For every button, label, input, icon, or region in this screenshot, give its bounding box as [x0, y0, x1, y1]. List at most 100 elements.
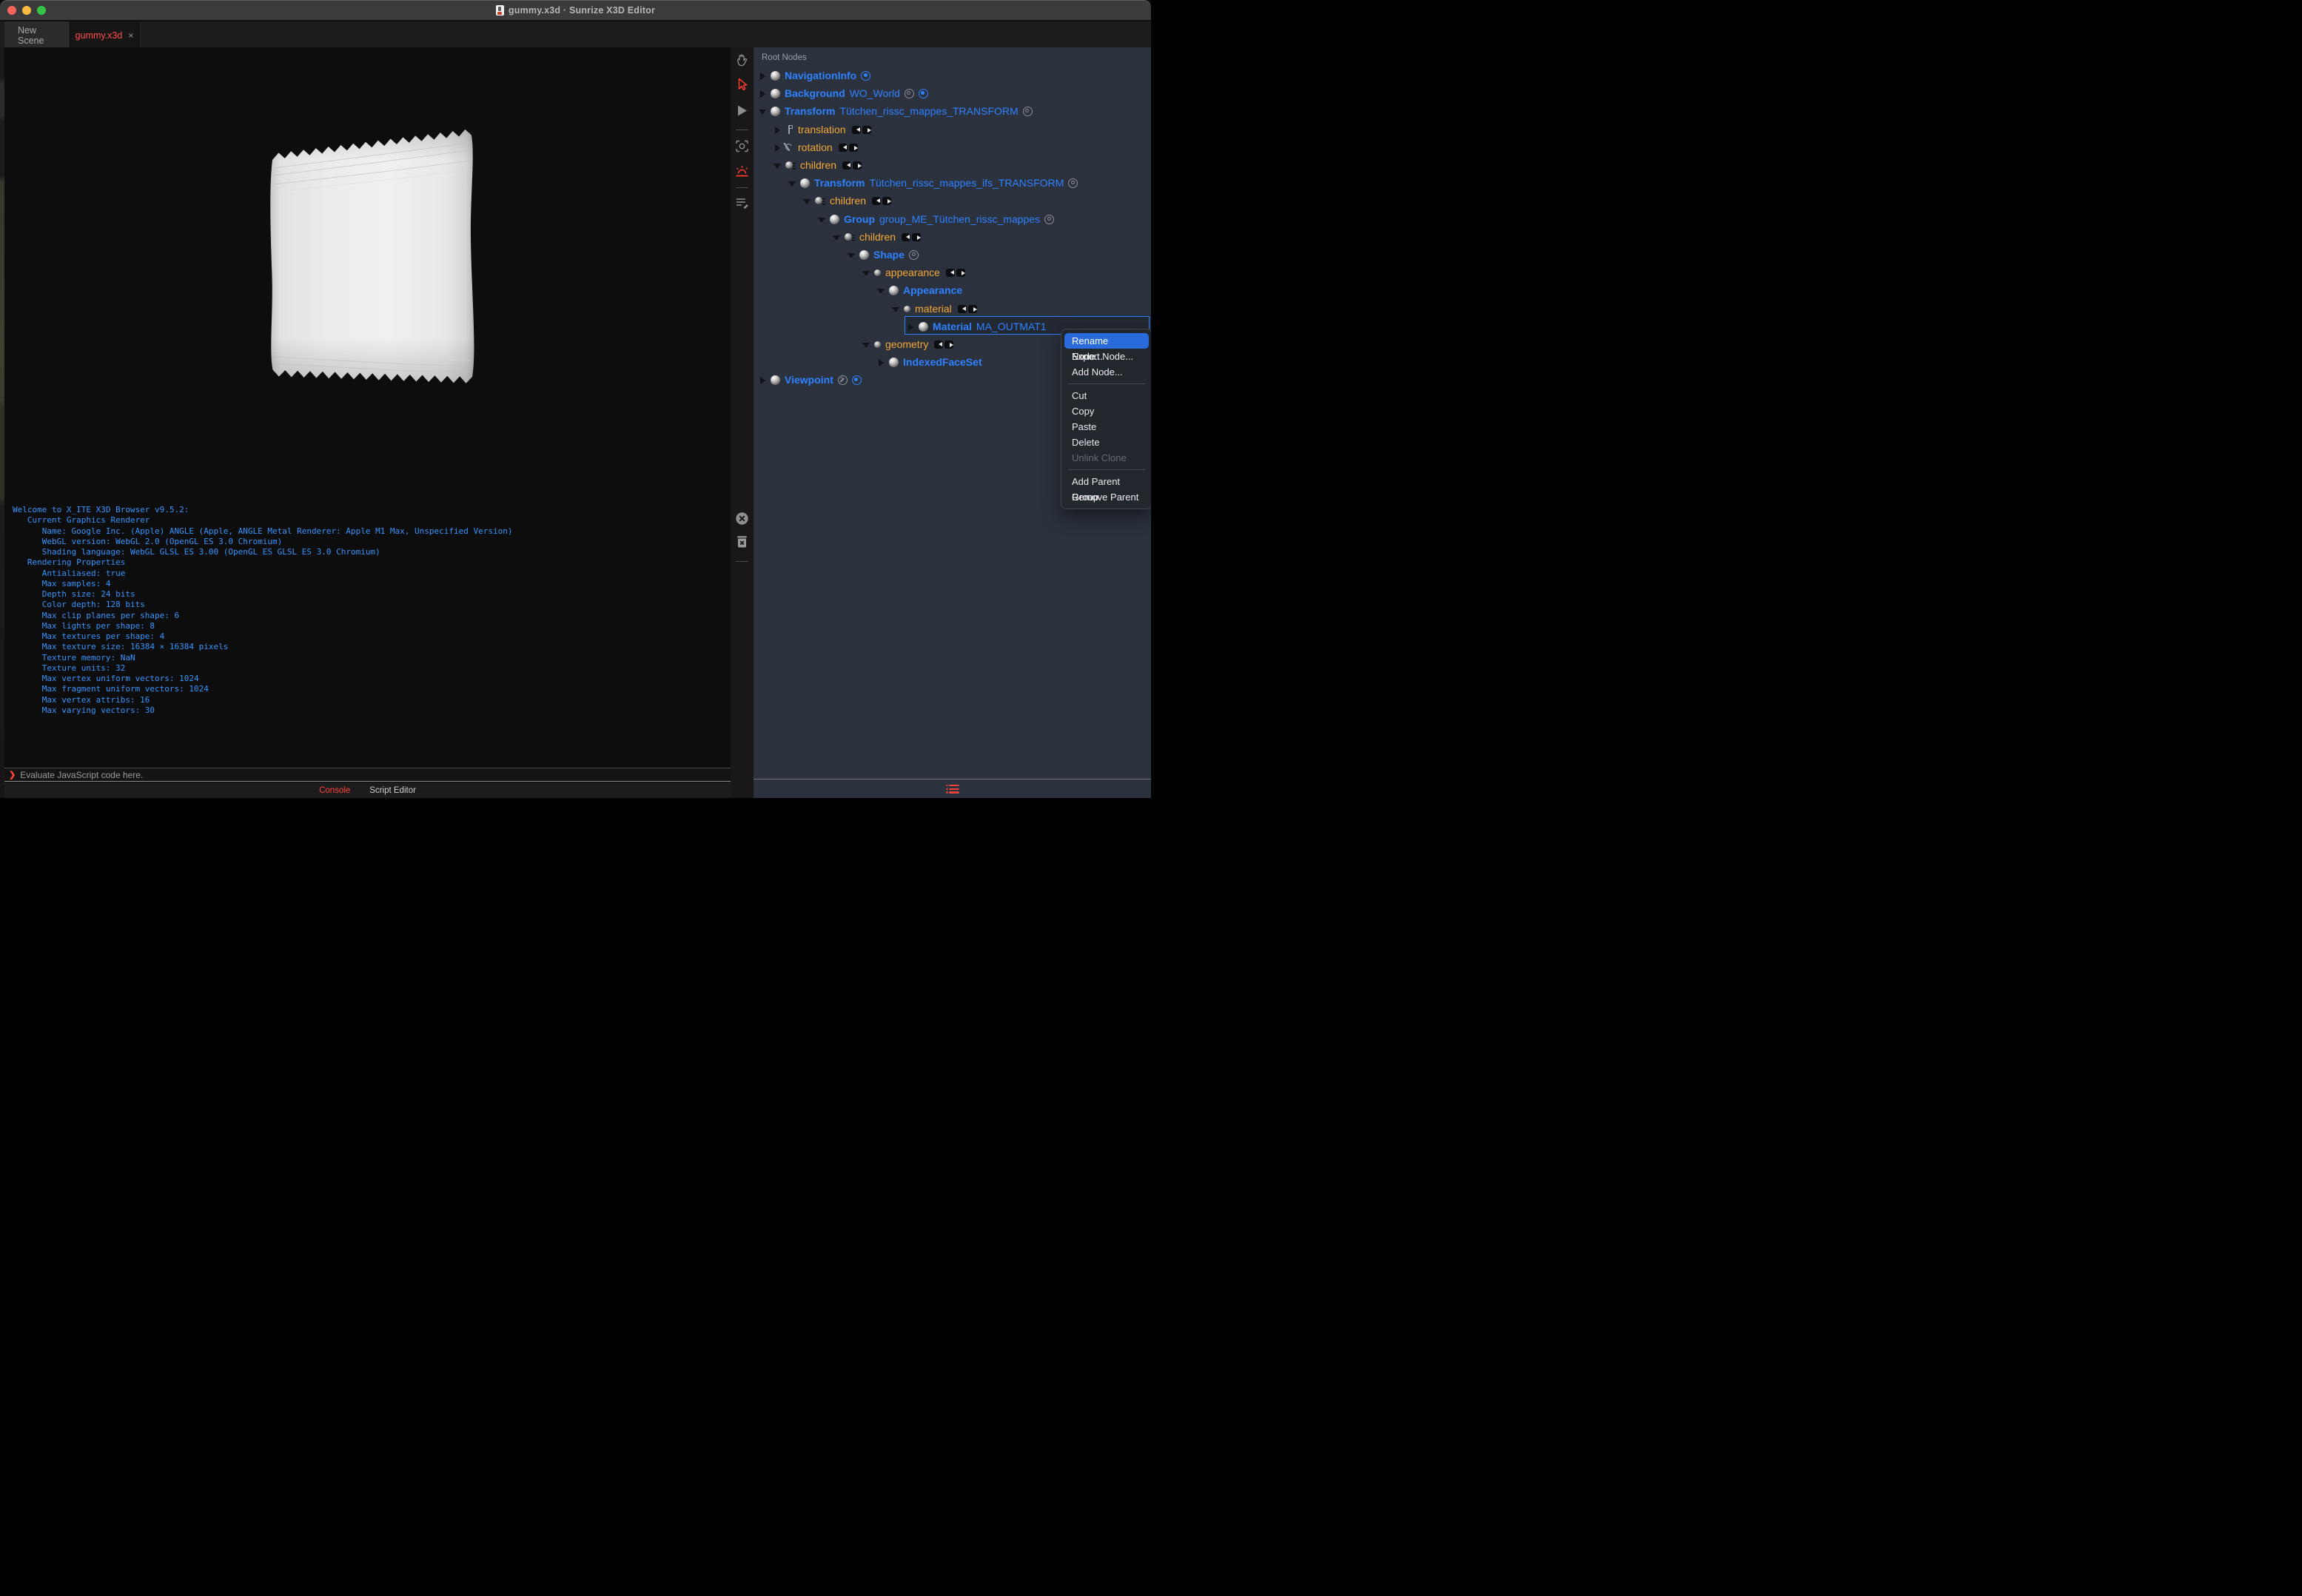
- route-out-icon[interactable]: [862, 125, 871, 134]
- tree-row-material-field[interactable]: material: [892, 301, 977, 317]
- select-arrow-icon[interactable]: [734, 77, 750, 93]
- chevron-right-icon[interactable]: [759, 376, 766, 384]
- node-type-label: NavigationInfo: [785, 70, 857, 81]
- tree-row-navigationinfo[interactable]: NavigationInfo: [759, 67, 871, 84]
- console-input-row[interactable]: ❯ Evaluate JavaScript code here.: [4, 768, 731, 782]
- eye-icon[interactable]: [1022, 106, 1033, 116]
- 3d-viewport[interactable]: [4, 47, 731, 502]
- route-out-icon[interactable]: [882, 196, 892, 205]
- chevron-right-icon[interactable]: [907, 323, 914, 331]
- tree-row-shape[interactable]: Shape: [848, 247, 919, 263]
- list-icon[interactable]: [946, 785, 959, 794]
- tab-gummy-x3d[interactable]: gummy.x3d ×: [70, 21, 139, 49]
- route-out-icon[interactable]: [848, 143, 858, 152]
- eye-icon[interactable]: [1044, 214, 1055, 224]
- field-label: rotation: [798, 141, 833, 153]
- node-type-label: Material: [933, 321, 972, 332]
- hand-icon[interactable]: [734, 53, 750, 68]
- translation-field-icon: [785, 125, 793, 134]
- route-in-icon[interactable]: [945, 268, 955, 277]
- tree-row-children[interactable]: children: [774, 157, 862, 173]
- clear-console-icon[interactable]: [734, 534, 750, 549]
- tree-row-appearance-field[interactable]: appearance: [862, 264, 965, 281]
- tree-row-transform[interactable]: Transform Tütchen_rissc_mappes_TRANSFORM: [759, 103, 1033, 119]
- node-def-label: Tütchen_rissc_mappes_TRANSFORM: [839, 105, 1019, 117]
- route-in-icon[interactable]: [872, 196, 882, 205]
- menu-item-add-parent-group[interactable]: Add Parent Group: [1064, 474, 1149, 503]
- eye-icon[interactable]: [904, 88, 914, 98]
- viewfinder-icon[interactable]: [734, 138, 750, 154]
- menu-item-paste[interactable]: Paste: [1064, 419, 1149, 435]
- chevron-down-icon[interactable]: [759, 108, 766, 115]
- tree-row-background[interactable]: Background WO_World: [759, 85, 928, 101]
- route-in-icon[interactable]: [842, 161, 852, 170]
- wrench-icon[interactable]: [837, 375, 848, 385]
- chevron-right-icon[interactable]: [759, 90, 766, 98]
- menu-item-copy[interactable]: Copy: [1064, 403, 1149, 419]
- footer-tab-console[interactable]: Console: [319, 786, 350, 795]
- target-icon[interactable]: [851, 375, 862, 385]
- sunrise-icon[interactable]: [734, 164, 750, 179]
- chevron-down-icon[interactable]: [774, 162, 781, 169]
- tree-row-indexedfaceset[interactable]: IndexedFaceSet: [878, 354, 982, 370]
- field-label: geometry: [885, 338, 929, 350]
- chevron-right-icon[interactable]: [774, 126, 781, 134]
- footer-tab-script-editor[interactable]: Script Editor: [369, 786, 416, 795]
- play-icon[interactable]: [734, 103, 750, 118]
- tab-new-scene[interactable]: New Scene: [4, 21, 70, 49]
- route-in-icon[interactable]: [957, 304, 967, 313]
- menu-item-add-node[interactable]: Add Node...: [1064, 364, 1149, 380]
- tree-row-rotation[interactable]: rotation: [774, 139, 858, 155]
- tree-row-material-node[interactable]: Material MA_OUTMAT1: [907, 318, 1047, 335]
- tree-row-appearance-node[interactable]: Appearance: [877, 282, 962, 298]
- tree-row-geometry-field[interactable]: geometry: [862, 336, 954, 352]
- target-icon[interactable]: [918, 88, 928, 98]
- chevron-down-icon[interactable]: [818, 216, 825, 223]
- route-out-icon[interactable]: [912, 232, 922, 241]
- sphere-icon: [859, 249, 869, 260]
- route-in-icon[interactable]: [902, 232, 911, 241]
- children-field-icon: [785, 161, 796, 170]
- tree-row-children[interactable]: children: [803, 192, 892, 209]
- script-edit-icon[interactable]: [734, 195, 750, 211]
- route-in-icon[interactable]: [934, 340, 944, 349]
- route-out-icon[interactable]: [944, 340, 954, 349]
- toolbar-separator: [736, 561, 748, 562]
- tree-row-translation[interactable]: translation: [774, 121, 871, 138]
- chevron-down-icon[interactable]: [833, 234, 840, 241]
- chevron-down-icon[interactable]: [803, 198, 811, 204]
- eye-icon[interactable]: [909, 249, 919, 260]
- chevron-right-icon[interactable]: [878, 358, 885, 366]
- tree-row-viewpoint[interactable]: Viewpoint: [759, 372, 862, 388]
- chevron-down-icon[interactable]: [877, 287, 885, 294]
- chevron-down-icon[interactable]: [892, 306, 899, 312]
- field-label: material: [915, 303, 952, 315]
- tree-row-group[interactable]: Group group_ME_Tütchen_rissc_mappes: [818, 211, 1055, 227]
- prompt-chevron-icon: ❯: [9, 771, 16, 779]
- route-in-icon[interactable]: [851, 125, 861, 134]
- chevron-down-icon[interactable]: [788, 180, 796, 187]
- menu-item-export-node[interactable]: Export Node...: [1064, 349, 1149, 364]
- menu-item-cut[interactable]: Cut: [1064, 388, 1149, 403]
- chevron-down-icon[interactable]: [848, 252, 855, 258]
- route-out-icon[interactable]: [956, 268, 965, 277]
- chevron-right-icon[interactable]: [759, 72, 766, 80]
- tree-row-children[interactable]: children: [833, 229, 922, 245]
- menu-item-remove-parent[interactable]: Remove Parent: [1064, 489, 1149, 505]
- target-icon[interactable]: [861, 70, 871, 81]
- menu-item-delete[interactable]: Delete: [1064, 435, 1149, 450]
- route-out-icon[interactable]: [967, 304, 977, 313]
- document-icon: [495, 4, 504, 16]
- field-label: children: [859, 231, 896, 243]
- chevron-down-icon[interactable]: [862, 269, 870, 276]
- close-circle-icon[interactable]: [734, 511, 750, 526]
- route-out-icon[interactable]: [853, 161, 862, 170]
- tab-close-icon[interactable]: ×: [128, 30, 133, 41]
- eye-icon[interactable]: [1068, 178, 1078, 188]
- tree-row-transform-ifs[interactable]: Transform Tütchen_rissc_mappes_ifs_TRANS…: [788, 175, 1078, 191]
- chevron-down-icon[interactable]: [862, 341, 870, 348]
- route-in-icon[interactable]: [838, 143, 848, 152]
- sunrize-x3d-editor-window: gummy.x3d · Sunrize X3D Editor New Scene…: [0, 0, 1151, 798]
- chevron-right-icon[interactable]: [774, 144, 781, 152]
- menu-item-rename-node[interactable]: Rename Node...: [1064, 333, 1149, 362]
